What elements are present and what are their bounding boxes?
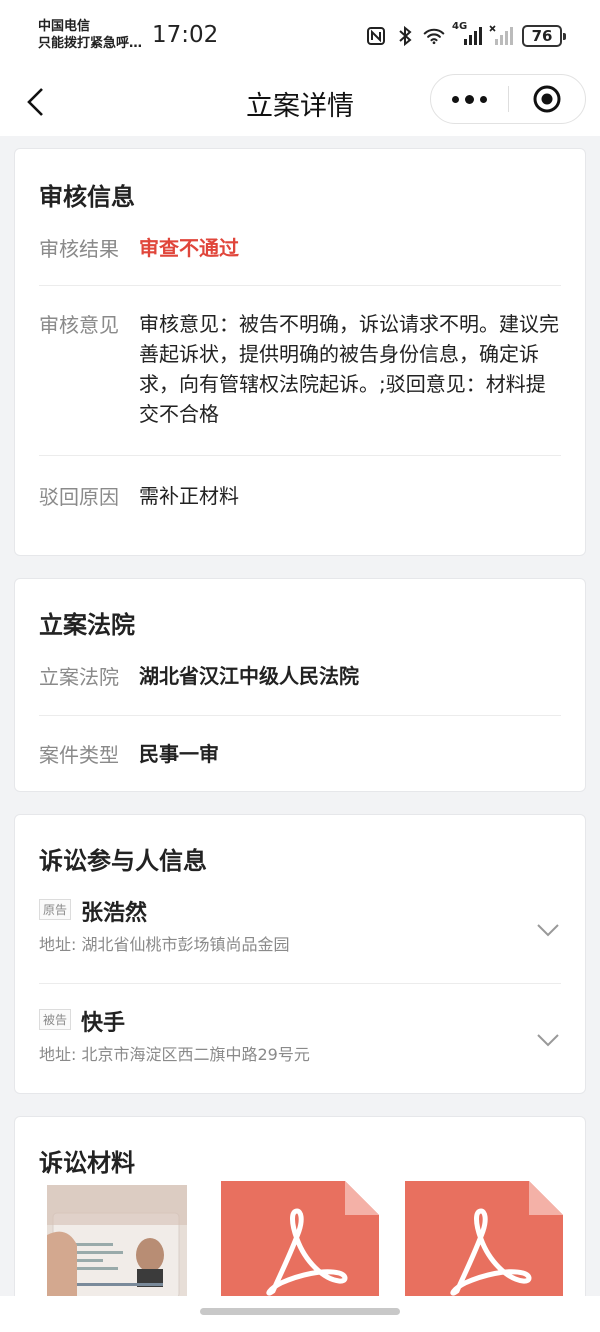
divider: [39, 285, 561, 286]
divider: [39, 715, 561, 716]
review-opinion-label: 审核意见: [39, 313, 119, 337]
party-item-defendant[interactable]: 被告 快手 地址: 北京市海淀区西二旗中路29号元: [39, 1005, 561, 1085]
party-role-tag: 原告: [39, 899, 72, 920]
battery-level: 76: [531, 27, 553, 45]
chevron-down-icon[interactable]: [535, 917, 561, 943]
review-info-card: 审核信息 审核结果 审查不通过 审核意见 审核意见：被告不明确，诉讼请求不明。建…: [14, 148, 586, 556]
review-opinion-row: 审核意见 审核意见：被告不明确，诉讼请求不明。建议完善起诉状，提供明确的被告身份…: [39, 309, 561, 433]
court-label: 立案法院: [39, 665, 119, 689]
bluetooth-icon: [394, 25, 416, 47]
status-bar: 中国电信 只能拨打紧急呼… 17:02 4G 76: [0, 0, 600, 72]
nav-bar: 立案详情: [0, 72, 600, 136]
divider: [39, 455, 561, 456]
party-item-plaintiff[interactable]: 原告 张浩然 地址: 湖北省仙桃市彭场镇尚品金园: [39, 895, 561, 975]
review-result-value: 审查不通过: [139, 236, 239, 260]
party-name: 快手: [81, 1011, 126, 1036]
signal-off-icon: [489, 25, 515, 47]
pdf-file-icon[interactable]: [405, 1181, 563, 1301]
case-type-row: 案件类型 民事一审: [39, 739, 561, 769]
close-miniprogram-button[interactable]: [509, 74, 585, 124]
id-card-photo-thumbnail[interactable]: [47, 1185, 187, 1300]
battery-icon: 76: [522, 25, 566, 47]
more-button[interactable]: [431, 74, 508, 124]
nfc-icon: [365, 25, 387, 47]
case-type-value: 民事一审: [139, 742, 219, 766]
target-icon: [533, 85, 561, 113]
signal-icon: 4G: [452, 21, 482, 47]
party-address: 地址: 湖北省仙桃市彭场镇尚品金园: [39, 935, 290, 954]
chevron-down-icon[interactable]: [535, 1027, 561, 1053]
carrier-info: 中国电信 只能拨打紧急呼…: [38, 18, 142, 52]
carrier-name: 中国电信: [38, 19, 91, 34]
materials-title: 诉讼材料: [39, 1149, 135, 1177]
party-address: 地址: 北京市海淀区西二旗中路29号元: [39, 1045, 310, 1064]
case-type-label: 案件类型: [39, 743, 119, 767]
parties-title: 诉讼参与人信息: [39, 847, 207, 875]
divider: [39, 983, 561, 984]
home-indicator[interactable]: [200, 1308, 400, 1315]
parties-card: 诉讼参与人信息 原告 张浩然 地址: 湖北省仙桃市彭场镇尚品金园 被告 快手 地…: [14, 814, 586, 1094]
more-dots-icon: [452, 95, 459, 103]
court-row: 立案法院 湖北省汉江中级人民法院: [39, 661, 561, 691]
clock: 17:02: [152, 22, 219, 48]
party-role-tag: 被告: [39, 1009, 72, 1030]
more-dots-icon-center: [465, 94, 474, 104]
system-icons: 4G 76: [365, 21, 566, 50]
wifi-icon: [423, 25, 445, 47]
party-name: 张浩然: [81, 901, 148, 926]
review-opinion-value: 审核意见：被告不明确，诉讼请求不明。建议完善起诉状，提供明确的被告身份信息，确定…: [139, 312, 559, 426]
pdf-file-icon[interactable]: [221, 1181, 379, 1301]
court-card: 立案法院 立案法院 湖北省汉江中级人民法院 案件类型 民事一审: [14, 578, 586, 792]
review-result-label: 审核结果: [39, 237, 119, 261]
more-dots-icon-right: [480, 95, 487, 103]
reject-reason-value: 需补正材料: [139, 484, 239, 508]
review-result-row: 审核结果 审查不通过: [39, 233, 561, 263]
reject-reason-row: 驳回原因 需补正材料: [39, 481, 561, 511]
review-info-title: 审核信息: [39, 183, 135, 211]
mini-program-capsule: [430, 74, 586, 124]
court-value: 湖北省汉江中级人民法院: [139, 664, 359, 688]
court-title: 立案法院: [39, 611, 135, 639]
carrier-status: 只能拨打紧急呼…: [38, 36, 143, 51]
network-type: 4G: [452, 21, 468, 32]
reject-reason-label: 驳回原因: [39, 485, 119, 509]
